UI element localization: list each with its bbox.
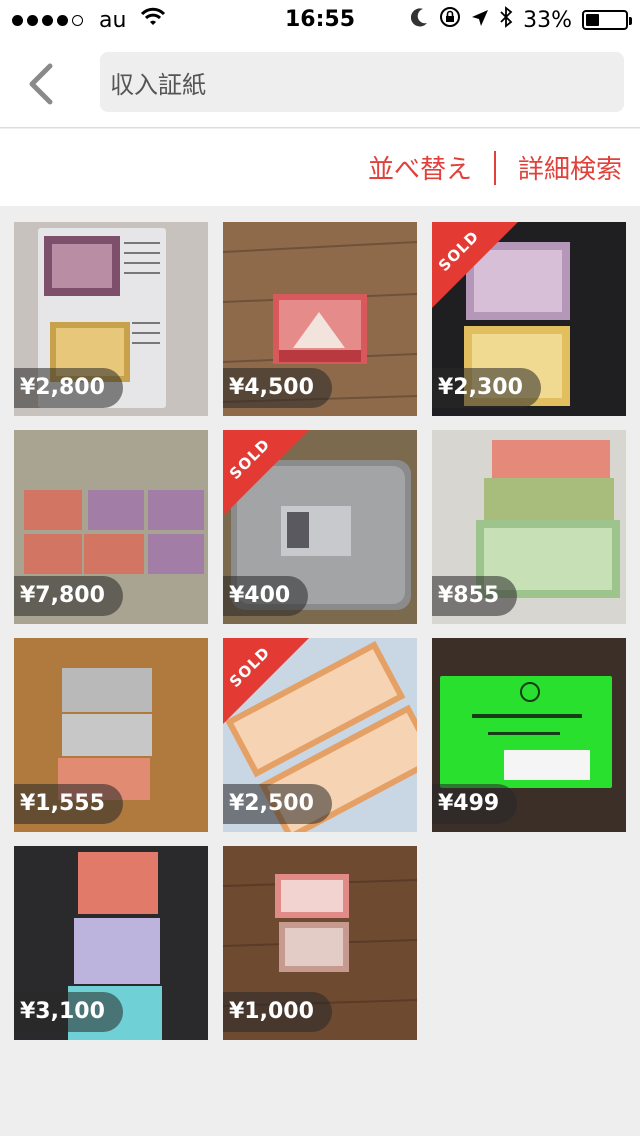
product-card[interactable]: ¥1,555 xyxy=(14,638,208,832)
chevron-left-icon xyxy=(29,63,53,105)
rotation-lock-icon xyxy=(439,6,461,34)
product-price: ¥2,500 xyxy=(223,784,332,824)
search-header xyxy=(0,40,640,128)
product-card[interactable]: ¥4,500 xyxy=(223,222,417,416)
battery-level xyxy=(586,14,599,26)
filter-actions: 並べ替え 詳細検索 xyxy=(368,129,622,206)
filter-divider xyxy=(493,150,496,185)
product-price: ¥499 xyxy=(432,784,518,824)
battery-icon xyxy=(582,10,632,30)
product-price: ¥1,000 xyxy=(223,992,332,1032)
product-card[interactable]: ¥1,000 xyxy=(223,846,417,1040)
product-card[interactable]: ¥3,100 xyxy=(14,846,208,1040)
product-price: ¥400 xyxy=(223,576,309,616)
product-card[interactable]: SOLD ¥400 xyxy=(223,430,417,624)
filter-bar: 並べ替え 詳細検索 xyxy=(0,129,640,206)
product-card[interactable]: SOLD ¥2,300 xyxy=(432,222,626,416)
product-card[interactable]: ¥2,800 xyxy=(14,222,208,416)
product-price: ¥4,500 xyxy=(223,368,332,408)
product-price: ¥855 xyxy=(432,576,518,616)
moon-icon xyxy=(411,7,429,33)
product-price: ¥7,800 xyxy=(14,576,123,616)
battery-percent: 33% xyxy=(523,7,572,33)
product-price: ¥3,100 xyxy=(14,992,123,1032)
location-arrow-icon xyxy=(471,8,489,33)
product-card[interactable]: ¥855 xyxy=(432,430,626,624)
product-price: ¥2,800 xyxy=(14,368,123,408)
sort-button[interactable]: 並べ替え xyxy=(368,149,472,186)
product-card[interactable]: ¥7,800 xyxy=(14,430,208,624)
bluetooth-icon xyxy=(499,6,513,34)
detail-search-button[interactable]: 詳細検索 xyxy=(518,149,622,186)
product-card[interactable]: ¥499 xyxy=(432,638,626,832)
product-price: ¥1,555 xyxy=(14,784,123,824)
back-button[interactable] xyxy=(20,60,60,108)
battery-tip xyxy=(629,17,632,25)
status-right: 33% xyxy=(411,0,632,40)
search-input[interactable] xyxy=(100,52,624,112)
product-price: ¥2,300 xyxy=(432,368,541,408)
status-bar: au 16:55 33% xyxy=(0,0,640,40)
product-card[interactable]: SOLD ¥2,500 xyxy=(223,638,417,832)
